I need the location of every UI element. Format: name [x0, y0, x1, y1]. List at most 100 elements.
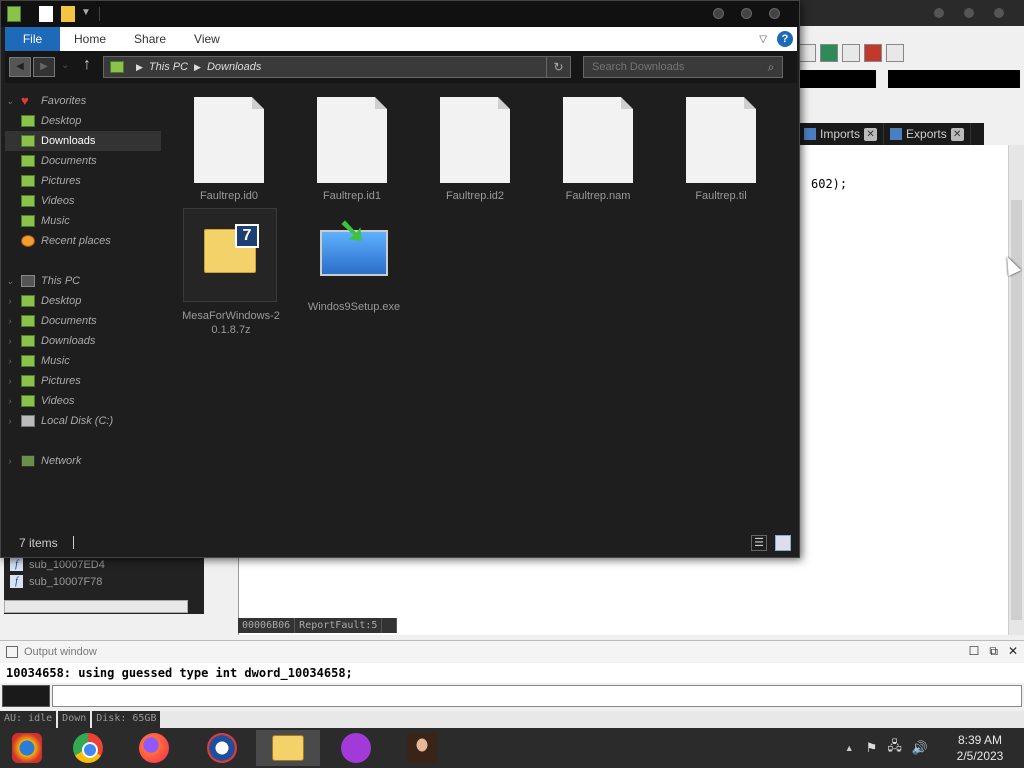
file-item[interactable]: ➘ Windos9Setup.exe	[302, 208, 406, 314]
chevron-down-icon[interactable]: ▼	[81, 7, 91, 18]
file-view[interactable]: Faultrep.id0 Faultrep.id1 Faultrep.id2 F…	[169, 83, 797, 528]
search-input[interactable]	[583, 56, 783, 78]
expand-icon[interactable]: ›	[5, 316, 15, 326]
output-command-input[interactable]	[52, 685, 1022, 707]
tab-file[interactable]: File	[5, 27, 60, 51]
expand-icon[interactable]: ›	[5, 456, 15, 466]
taskbar-chrome[interactable]	[56, 730, 120, 766]
nav-pc-desktop[interactable]: › Desktop	[5, 291, 161, 311]
nav-pc-music[interactable]: › Music	[5, 351, 161, 371]
file-item[interactable]: Faultrep.id1	[300, 93, 404, 203]
flag-icon[interactable]: ⚑	[866, 740, 878, 756]
item-count: 7 items	[19, 536, 58, 550]
minimize-button[interactable]	[713, 8, 724, 19]
refresh-icon[interactable]: ↻	[546, 57, 570, 77]
toolbar-c-green-icon[interactable]	[820, 44, 838, 62]
function-row[interactable]: f sub_10007ED4	[4, 556, 204, 573]
nav-fav-recent[interactable]: Recent places	[5, 231, 161, 251]
nav-pc-local-disk[interactable]: › Local Disk (C:)	[5, 411, 161, 431]
expand-icon[interactable]: ›	[5, 396, 15, 406]
tab-home[interactable]: Home	[60, 27, 120, 51]
nav-label: Videos	[41, 195, 75, 207]
close-icon[interactable]: ✕	[1008, 644, 1018, 659]
nav-this-pc[interactable]: ⌄ This PC	[5, 271, 161, 291]
computer-icon	[21, 275, 35, 287]
tab-share[interactable]: Share	[120, 27, 180, 51]
details-view-icon[interactable]	[751, 535, 767, 551]
taskbar-firefox[interactable]	[122, 730, 186, 766]
properties-icon[interactable]	[39, 6, 53, 22]
breadcrumb-arrow-icon[interactable]: ▶	[194, 62, 201, 73]
file-item[interactable]: Faultrep.til	[669, 93, 773, 203]
nav-fav-desktop[interactable]: Desktop	[5, 111, 161, 131]
up-arrow-icon[interactable]: ↑	[83, 56, 91, 74]
tab-imports[interactable]: Imports ✕	[798, 123, 885, 145]
collapse-icon[interactable]: ⌄	[5, 276, 15, 287]
taskbar-file-explorer[interactable]	[256, 730, 320, 766]
nav-fav-downloads[interactable]: Downloads	[5, 131, 161, 151]
restore-icon[interactable]: ⧉	[989, 644, 998, 659]
address-bar[interactable]: ▶ This PC ▶ Downloads ↻	[103, 56, 571, 78]
function-row[interactable]: f sub_10007F78	[4, 573, 204, 590]
file-item[interactable]: Faultrep.id2	[423, 93, 527, 203]
nav-pc-downloads[interactable]: › Downloads	[5, 331, 161, 351]
expand-icon[interactable]: ›	[5, 296, 15, 306]
nav-fav-pictures[interactable]: Pictures	[5, 171, 161, 191]
nav-network[interactable]: › Network	[5, 451, 161, 471]
ida-vertical-scrollbar[interactable]	[1008, 145, 1024, 635]
toolbar-report-icon[interactable]	[842, 44, 860, 62]
maximize-button[interactable]	[741, 8, 752, 19]
start-button[interactable]	[0, 730, 54, 766]
ida-close-button[interactable]	[994, 8, 1004, 18]
expand-icon[interactable]: ›	[5, 336, 15, 346]
toolbar-add-breakpoint-icon[interactable]	[864, 44, 882, 62]
nav-pc-documents[interactable]: › Documents	[5, 311, 161, 331]
breadcrumb-arrow-icon[interactable]: ▶	[136, 62, 143, 73]
toolbar-c-icon[interactable]	[798, 44, 816, 62]
show-hidden-icons-icon[interactable]: ▲	[845, 743, 854, 753]
collapse-icon[interactable]: ⌄	[5, 96, 15, 107]
back-button[interactable]: ◀	[9, 57, 31, 77]
close-button[interactable]	[769, 8, 780, 19]
tab-exports[interactable]: Exports ✕	[884, 123, 971, 145]
function-icon: f	[10, 575, 23, 588]
nav-fav-music[interactable]: Music	[5, 211, 161, 231]
help-icon[interactable]: ?	[777, 31, 793, 47]
nav-pc-videos[interactable]: › Videos	[5, 391, 161, 411]
toolbar-remove-breakpoint-icon[interactable]	[886, 44, 904, 62]
file-item[interactable]: Faultrep.id0	[177, 93, 281, 203]
nav-favorites[interactable]: ⌄ ♥ Favorites	[5, 91, 161, 111]
file-item-selected[interactable]: 7	[183, 208, 277, 302]
new-folder-icon[interactable]	[61, 6, 75, 22]
nav-pc-pictures[interactable]: › Pictures	[5, 371, 161, 391]
taskbar-app[interactable]	[324, 730, 388, 766]
taskbar-app[interactable]	[390, 730, 454, 766]
output-language-combo[interactable]	[2, 685, 50, 707]
breadcrumb-this-pc[interactable]: This PC	[149, 61, 188, 73]
large-icons-view-icon[interactable]	[775, 535, 791, 551]
nav-fav-documents[interactable]: Documents	[5, 151, 161, 171]
close-icon[interactable]: ✕	[950, 127, 964, 141]
network-icon[interactable]: 🖧	[887, 737, 902, 759]
ida-minimize-button[interactable]	[934, 8, 944, 18]
search-icon[interactable]: ⌕	[759, 57, 783, 77]
breadcrumb-downloads[interactable]: Downloads	[207, 61, 261, 73]
nav-label: Downloads	[41, 135, 96, 147]
maximize-icon[interactable]: ☐	[969, 644, 980, 659]
explorer-titlebar[interactable]: ▼	[1, 1, 799, 27]
forward-button[interactable]: ▶	[33, 57, 55, 77]
nav-fav-videos[interactable]: Videos	[5, 191, 161, 211]
expand-icon[interactable]: ›	[5, 376, 15, 386]
clock[interactable]: 8:39 AM 2/5/2023	[938, 732, 1022, 764]
file-item[interactable]: Faultrep.nam	[546, 93, 650, 203]
tab-view[interactable]: View	[180, 27, 234, 51]
volume-icon[interactable]: 🔊	[912, 740, 928, 756]
expand-icon[interactable]: ›	[5, 356, 15, 366]
recent-locations-icon[interactable]: ⌄	[61, 60, 69, 71]
taskbar-app[interactable]	[190, 730, 254, 766]
expand-ribbon-icon[interactable]: ▽	[759, 34, 767, 45]
ida-maximize-button[interactable]	[964, 8, 974, 18]
close-icon[interactable]: ✕	[864, 127, 878, 141]
functions-horizontal-scrollbar[interactable]	[4, 600, 188, 613]
expand-icon[interactable]: ›	[5, 416, 15, 426]
